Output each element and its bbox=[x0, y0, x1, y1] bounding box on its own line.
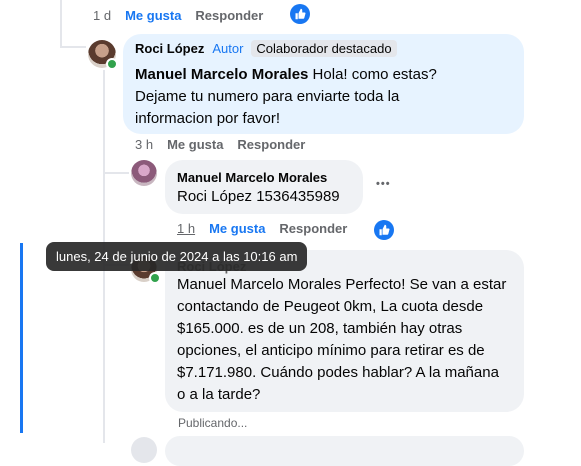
comment-bubble: Roci López Autor Colaborador destacado M… bbox=[123, 34, 524, 134]
comment-author[interactable]: Manuel Marcelo Morales bbox=[177, 170, 327, 185]
comment-bubble: Manuel Marcelo Morales Roci López 153643… bbox=[165, 160, 363, 214]
like-link[interactable]: Me gusta bbox=[167, 137, 223, 152]
reply-link[interactable]: Responder bbox=[279, 221, 347, 236]
author-tag: Autor bbox=[212, 41, 244, 56]
avatar bbox=[131, 437, 157, 463]
thread-line bbox=[60, 0, 62, 48]
like-reaction-icon[interactable] bbox=[374, 220, 394, 240]
thread-line bbox=[60, 46, 86, 48]
top-action-row: 1 d Me gusta Responder bbox=[93, 4, 263, 26]
online-status-dot bbox=[149, 272, 161, 284]
online-status-dot bbox=[106, 58, 118, 70]
like-link[interactable]: Me gusta bbox=[125, 8, 181, 23]
comment-time[interactable]: 1 h bbox=[177, 221, 195, 236]
comment-bubble bbox=[165, 436, 524, 466]
posting-status: Publicando... bbox=[178, 416, 248, 430]
top-contributor-badge: Colaborador destacado bbox=[251, 40, 397, 57]
mention-link[interactable]: Roci López bbox=[177, 188, 252, 205]
comment-bubble: Roci López Manuel Marcelo Morales Perfec… bbox=[165, 250, 524, 412]
more-options-icon[interactable]: ••• bbox=[376, 178, 391, 190]
comment-body: Perfecto! Se van a estar contactando de … bbox=[177, 276, 507, 403]
mention-link[interactable]: Manuel Marcelo Morales bbox=[177, 276, 341, 293]
comment-time[interactable]: 1 d bbox=[93, 8, 111, 23]
comment-time[interactable]: 3 h bbox=[135, 137, 153, 152]
reply-link[interactable]: Responder bbox=[237, 137, 305, 152]
like-reaction-icon[interactable] bbox=[290, 4, 310, 24]
like-link[interactable]: Me gusta bbox=[209, 221, 265, 236]
comment-header: Roci López Autor Colaborador destacado bbox=[135, 40, 397, 57]
comment-text: Roci López 1536435989 bbox=[177, 186, 340, 208]
comment-actions: 1 h Me gusta Responder bbox=[177, 221, 347, 236]
mention-link[interactable]: Manuel Marcelo Morales bbox=[135, 66, 308, 83]
reply-link[interactable]: Responder bbox=[195, 8, 263, 23]
comment-body: 1536435989 bbox=[252, 188, 340, 205]
thread-line bbox=[103, 172, 129, 174]
highlight-bar bbox=[20, 243, 23, 433]
timestamp-tooltip: lunes, 24 de junio de 2024 a las 10:16 a… bbox=[46, 242, 308, 271]
comment-text: Manuel Marcelo Morales Hola! como estas?… bbox=[135, 64, 475, 130]
comment-actions: 3 h Me gusta Responder bbox=[135, 137, 305, 152]
comment-text: Manuel Marcelo Morales Perfecto! Se van … bbox=[177, 274, 507, 406]
comment-author[interactable]: Roci López bbox=[135, 41, 204, 56]
avatar[interactable] bbox=[131, 160, 157, 186]
